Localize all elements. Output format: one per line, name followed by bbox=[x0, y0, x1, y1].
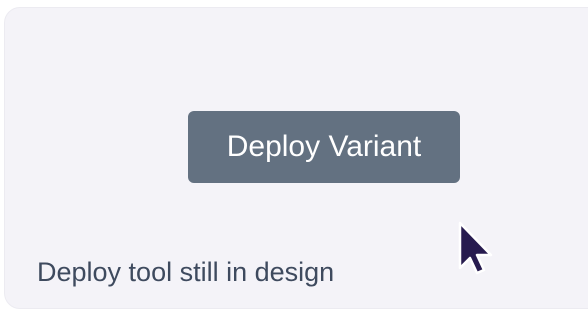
mouse-pointer-icon bbox=[458, 221, 493, 275]
status-message: Deploy tool still in design bbox=[37, 257, 335, 287]
deploy-variant-button[interactable]: Deploy Variant bbox=[188, 111, 460, 183]
